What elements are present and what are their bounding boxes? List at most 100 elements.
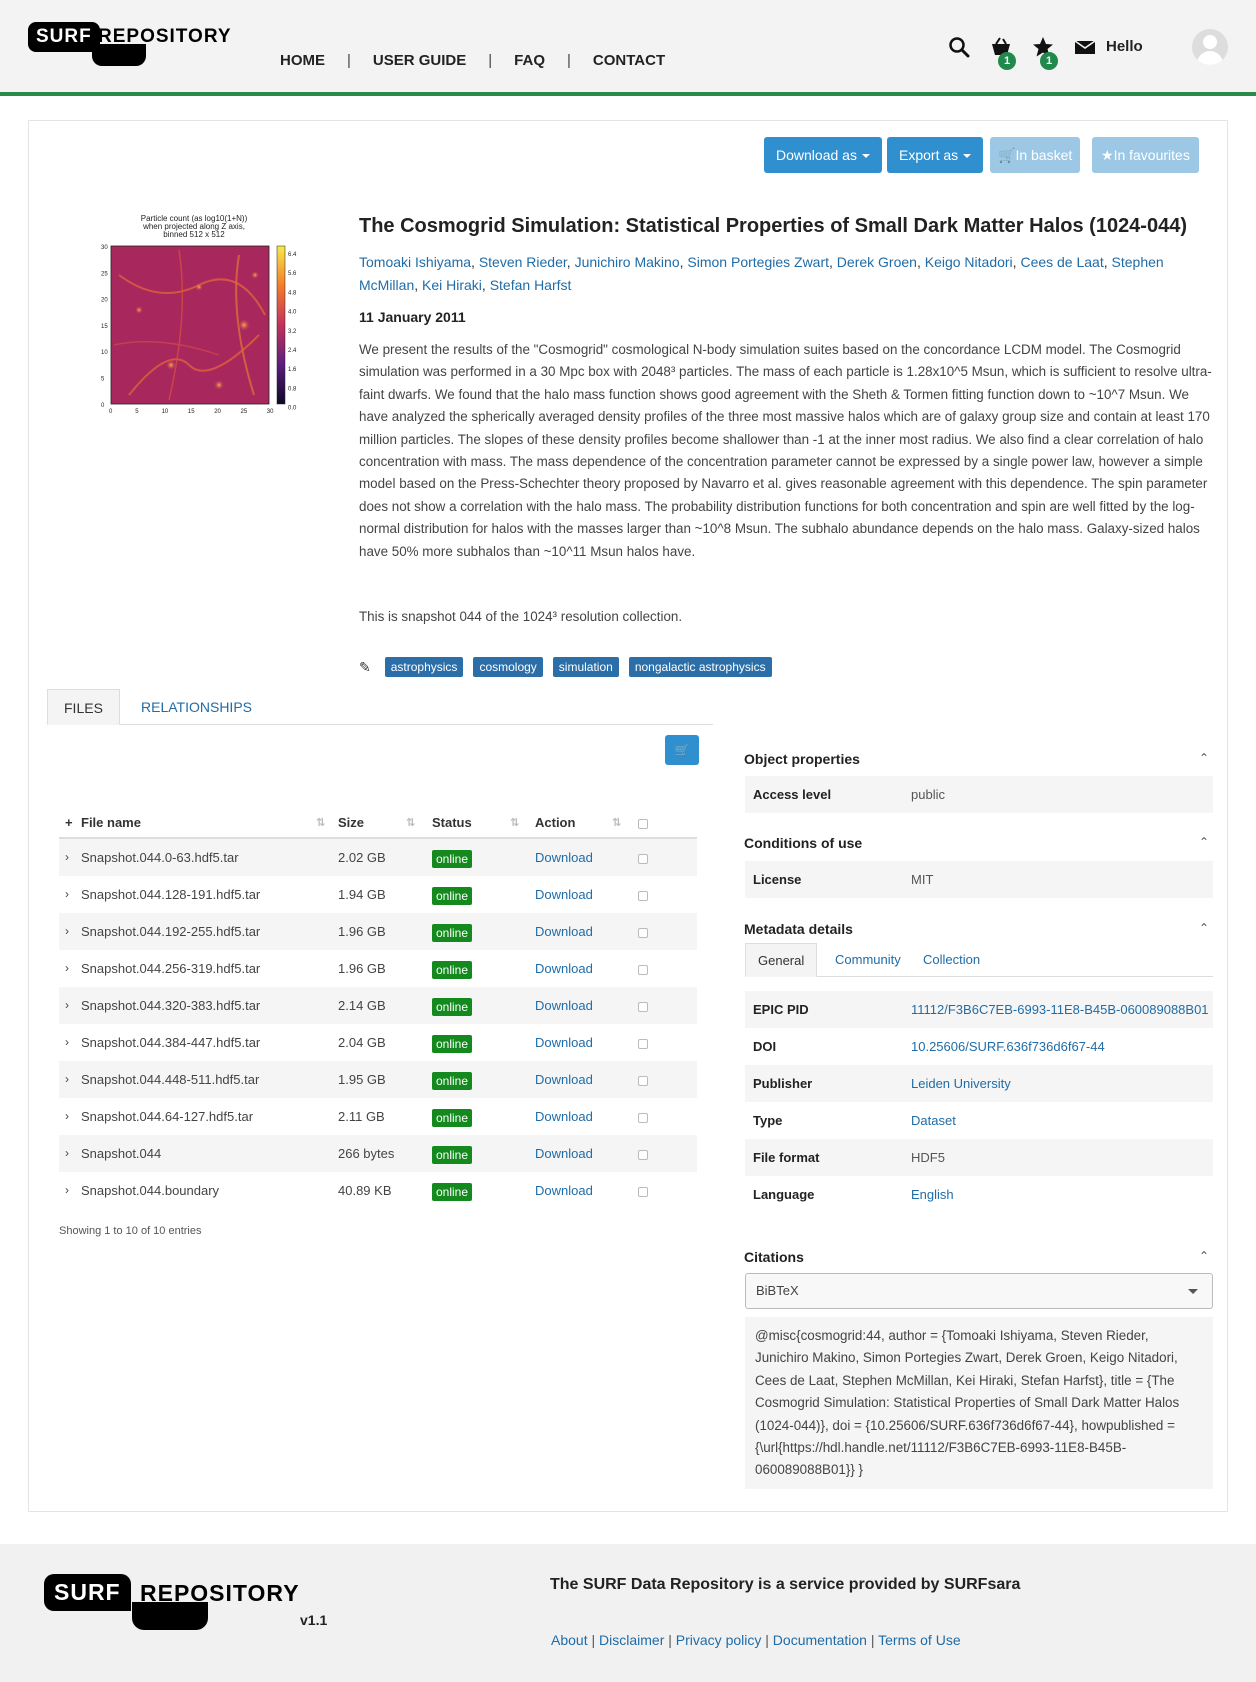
add-to-basket-button[interactable]: 🛒 bbox=[665, 735, 699, 765]
download-as-button[interactable]: Download as bbox=[764, 137, 882, 173]
author-link[interactable]: Kei Hiraki bbox=[422, 277, 482, 293]
download-link[interactable]: Download bbox=[535, 1172, 593, 1209]
file-name: Snapshot.044.0-63.hdf5.tar bbox=[81, 850, 239, 865]
sort-icon[interactable]: ⇅ bbox=[406, 816, 415, 829]
sort-icon[interactable]: ⇅ bbox=[316, 816, 325, 829]
nav-faq[interactable]: FAQ bbox=[514, 52, 545, 69]
author-link[interactable]: Simon Portegies Zwart bbox=[687, 254, 829, 270]
footer-link-about[interactable]: About bbox=[551, 1632, 588, 1648]
x-tick-label: 25 bbox=[241, 409, 248, 415]
tab-general[interactable]: General bbox=[745, 943, 818, 977]
nav-home[interactable]: HOME bbox=[280, 52, 325, 69]
row-checkbox[interactable] bbox=[638, 1024, 648, 1061]
select-all-checkbox[interactable] bbox=[638, 807, 648, 839]
status-badge: online bbox=[432, 1108, 473, 1127]
footer-link-privacy[interactable]: Privacy policy bbox=[676, 1632, 762, 1648]
metadata-value[interactable]: 11112/F3B6C7EB-6993-11E8-B45B-060089088B… bbox=[911, 991, 1209, 1028]
metadata-value[interactable]: Leiden University bbox=[911, 1065, 1011, 1102]
row-checkbox[interactable] bbox=[638, 839, 648, 876]
chevron-right-icon[interactable]: › bbox=[65, 1024, 69, 1061]
chevron-right-icon[interactable]: › bbox=[65, 876, 69, 913]
download-link[interactable]: Download bbox=[535, 876, 593, 913]
author-link[interactable]: Keigo Nitadori bbox=[925, 254, 1013, 270]
sort-icon[interactable]: ⇅ bbox=[510, 816, 519, 829]
author-link[interactable]: Stefan Harfst bbox=[490, 277, 572, 293]
column-header-size[interactable]: Size bbox=[338, 807, 364, 839]
tab-collection[interactable]: Collection bbox=[911, 943, 992, 977]
footer-link-documentation[interactable]: Documentation bbox=[773, 1632, 867, 1648]
chevron-up-icon[interactable]: ⌃ bbox=[1199, 835, 1209, 849]
row-checkbox[interactable] bbox=[638, 1061, 648, 1098]
x-tick-label: 10 bbox=[162, 409, 169, 415]
chevron-right-icon[interactable]: › bbox=[65, 1135, 69, 1172]
basket-icon[interactable]: 1 bbox=[990, 36, 1016, 70]
row-checkbox[interactable] bbox=[638, 913, 648, 950]
chevron-right-icon[interactable]: › bbox=[65, 1061, 69, 1098]
tab-files[interactable]: FILES bbox=[47, 689, 120, 725]
dataset-card: Download as Export as 🛒In basket ★In fav… bbox=[28, 120, 1228, 1512]
chevron-right-icon[interactable]: › bbox=[65, 950, 69, 987]
chevron-right-icon[interactable]: › bbox=[65, 1098, 69, 1135]
column-header-action[interactable]: Action bbox=[535, 807, 575, 839]
author-link[interactable]: Steven Rieder bbox=[479, 254, 567, 270]
metadata-value[interactable]: English bbox=[911, 1176, 954, 1213]
row-checkbox[interactable] bbox=[638, 1135, 648, 1172]
download-link[interactable]: Download bbox=[535, 950, 593, 987]
site-header: SURF REPOSITORY HOME | USER GUIDE | FAQ … bbox=[0, 0, 1256, 96]
author-separator: , bbox=[481, 277, 490, 293]
chevron-up-icon[interactable]: ⌃ bbox=[1199, 751, 1209, 765]
expand-all-icon[interactable]: + bbox=[65, 807, 73, 839]
download-link[interactable]: Download bbox=[535, 1098, 593, 1135]
citation-format-select[interactable]: BiBTeX bbox=[745, 1273, 1213, 1309]
footer-link-disclaimer[interactable]: Disclaimer bbox=[599, 1632, 664, 1648]
file-size: 1.96 GB bbox=[338, 924, 386, 939]
download-link[interactable]: Download bbox=[535, 1135, 593, 1172]
download-link[interactable]: Download bbox=[535, 913, 593, 950]
nav-contact[interactable]: CONTACT bbox=[593, 52, 665, 69]
row-checkbox[interactable] bbox=[638, 876, 648, 913]
export-as-button[interactable]: Export as bbox=[887, 137, 984, 173]
chevron-up-icon[interactable]: ⌃ bbox=[1199, 1249, 1209, 1263]
tag[interactable]: nongalactic astrophysics bbox=[628, 657, 772, 677]
avatar[interactable] bbox=[1192, 29, 1228, 65]
column-header-status[interactable]: Status bbox=[432, 807, 472, 839]
author-link[interactable]: Tomoaki Ishiyama bbox=[359, 254, 471, 270]
download-link[interactable]: Download bbox=[535, 987, 593, 1024]
author-link[interactable]: Cees de Laat bbox=[1020, 254, 1103, 270]
nav-user-guide[interactable]: USER GUIDE bbox=[373, 52, 466, 69]
metadata-value[interactable]: 10.25606/SURF.636f736d6f67-44 bbox=[911, 1028, 1105, 1065]
chevron-right-icon[interactable]: › bbox=[65, 839, 69, 876]
mail-icon[interactable] bbox=[1074, 36, 1096, 58]
files-tabs: FILES RELATIONSHIPS bbox=[47, 689, 713, 725]
row-checkbox[interactable] bbox=[638, 987, 648, 1024]
tag[interactable]: astrophysics bbox=[384, 657, 464, 677]
tab-community[interactable]: Community bbox=[823, 943, 913, 977]
row-checkbox[interactable] bbox=[638, 1098, 648, 1135]
tab-relationships[interactable]: RELATIONSHIPS bbox=[125, 689, 268, 725]
author-link[interactable]: Derek Groen bbox=[837, 254, 917, 270]
in-favourites-button[interactable]: ★In favourites bbox=[1092, 137, 1199, 173]
chevron-right-icon[interactable]: › bbox=[65, 987, 69, 1024]
table-row: › Snapshot.044 266 bytes online Download bbox=[59, 1135, 697, 1172]
chevron-right-icon[interactable]: › bbox=[65, 1172, 69, 1209]
row-checkbox[interactable] bbox=[638, 950, 648, 987]
search-icon[interactable] bbox=[948, 36, 970, 58]
user-greeting[interactable]: Hello bbox=[1106, 38, 1143, 55]
row-checkbox[interactable] bbox=[638, 1172, 648, 1209]
download-link[interactable]: Download bbox=[535, 1024, 593, 1061]
download-link[interactable]: Download bbox=[535, 1061, 593, 1098]
download-link[interactable]: Download bbox=[535, 839, 593, 876]
tag[interactable]: cosmology bbox=[473, 657, 543, 677]
in-basket-button[interactable]: 🛒In basket bbox=[990, 137, 1081, 173]
sort-icon[interactable]: ⇅ bbox=[612, 816, 621, 829]
chevron-up-icon[interactable]: ⌃ bbox=[1199, 921, 1209, 935]
author-link[interactable]: Junichiro Makino bbox=[575, 254, 680, 270]
footer-link-terms[interactable]: Terms of Use bbox=[878, 1632, 960, 1648]
tag[interactable]: simulation bbox=[552, 657, 619, 677]
column-header-file-name[interactable]: File name bbox=[81, 807, 141, 839]
pencil-icon[interactable]: ✎ bbox=[359, 659, 371, 676]
chevron-right-icon[interactable]: › bbox=[65, 913, 69, 950]
star-icon[interactable]: 1 bbox=[1032, 36, 1058, 70]
license-value: MIT bbox=[911, 872, 934, 887]
metadata-value[interactable]: Dataset bbox=[911, 1102, 956, 1139]
